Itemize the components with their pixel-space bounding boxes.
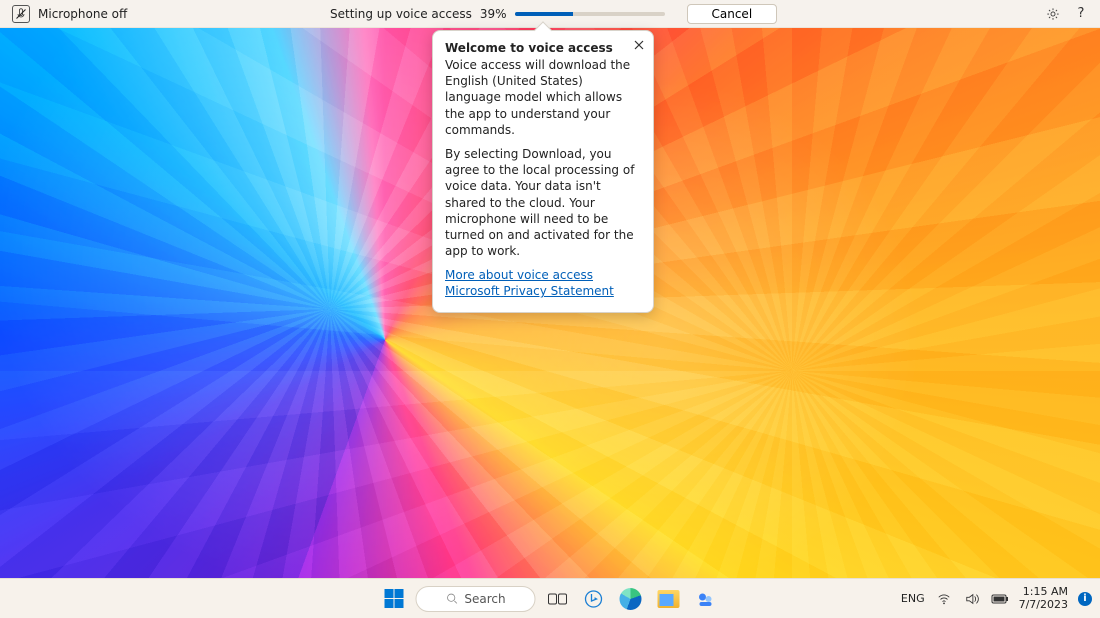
microphone-off-icon: [12, 5, 30, 23]
microphone-status-text: Microphone off: [38, 7, 127, 21]
speaker-icon: [965, 592, 979, 606]
popup-paragraph-1: Voice access will download the English (…: [445, 57, 641, 138]
input-language-indicator[interactable]: ENG: [901, 592, 925, 605]
cancel-button[interactable]: Cancel: [687, 4, 778, 24]
notification-center-button[interactable]: i: [1078, 592, 1092, 606]
setup-status-label: Setting up voice access: [330, 7, 472, 21]
task-view-icon: [548, 591, 568, 607]
edge-icon: [620, 588, 642, 610]
setup-progress-bar: [515, 12, 665, 16]
folder-icon: [658, 590, 680, 608]
battery-button[interactable]: [991, 590, 1009, 608]
volume-button[interactable]: [963, 590, 981, 608]
start-button[interactable]: [381, 585, 408, 613]
clock-date: 7/7/2023: [1019, 599, 1068, 611]
help-button[interactable]: ?: [1072, 5, 1090, 23]
wifi-icon: [937, 592, 951, 606]
gear-icon: [1046, 7, 1060, 21]
voice-access-welcome-popup: Welcome to voice access Voice access wil…: [432, 30, 654, 313]
wifi-button[interactable]: [935, 590, 953, 608]
search-icon: [445, 592, 458, 605]
task-view-button[interactable]: [544, 585, 572, 613]
taskbar-search-label: Search: [464, 592, 505, 606]
battery-icon: [991, 593, 1009, 605]
settings-button[interactable]: [1044, 5, 1062, 23]
close-icon: [634, 40, 644, 50]
voice-access-app-button[interactable]: [692, 585, 720, 613]
taskbar-clock[interactable]: 1:15 AM 7/7/2023: [1019, 586, 1068, 610]
chat-button[interactable]: [580, 585, 608, 613]
edge-button[interactable]: [616, 585, 646, 613]
setup-progress-fill: [515, 12, 574, 16]
more-about-voice-access-link[interactable]: More about voice access: [445, 267, 641, 283]
popup-title: Welcome to voice access: [445, 41, 641, 55]
voice-access-bar: Microphone off Setting up voice access 3…: [0, 0, 1100, 28]
taskbar: Search ENG 1:15 AM 7/7/2023: [0, 578, 1100, 618]
popup-close-button[interactable]: [631, 37, 647, 53]
file-explorer-button[interactable]: [654, 585, 684, 613]
taskbar-search[interactable]: Search: [416, 586, 536, 612]
windows-logo-icon: [385, 589, 404, 608]
notification-badge-icon: i: [1083, 593, 1086, 604]
setup-progress-percent: 39%: [480, 7, 507, 21]
popup-paragraph-2: By selecting Download, you agree to the …: [445, 146, 641, 259]
help-icon: ?: [1078, 6, 1085, 21]
microphone-status-chip[interactable]: Microphone off: [6, 5, 133, 23]
privacy-statement-link[interactable]: Microsoft Privacy Statement: [445, 283, 641, 299]
bing-chat-icon: [584, 589, 604, 609]
voice-access-icon: [696, 589, 716, 609]
clock-time: 1:15 AM: [1019, 586, 1068, 598]
